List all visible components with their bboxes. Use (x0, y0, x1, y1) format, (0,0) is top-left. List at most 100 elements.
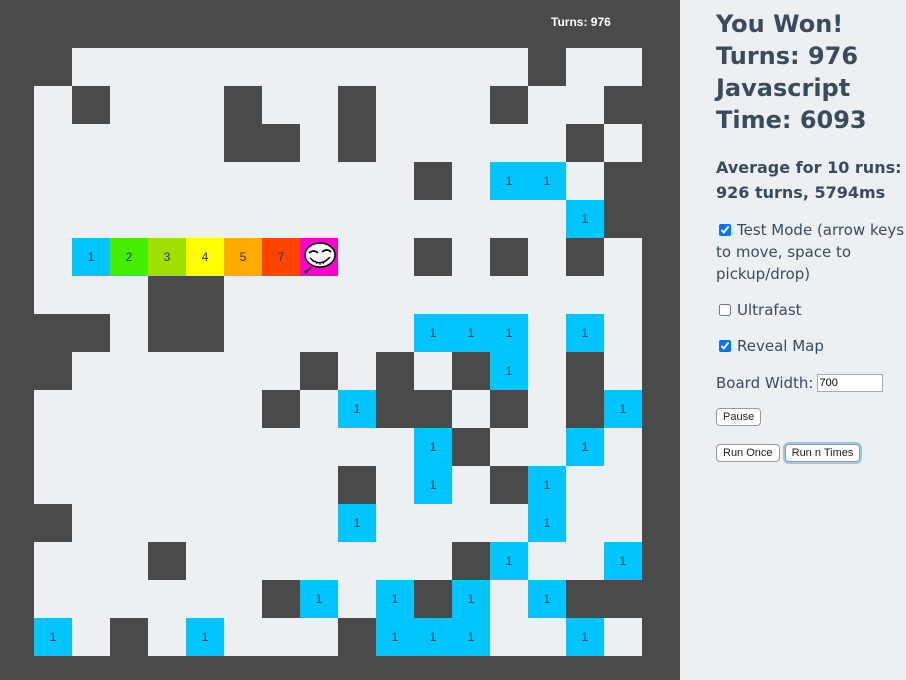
wall-cell (262, 580, 300, 618)
floor-cell (224, 504, 262, 542)
board-width-input[interactable] (816, 374, 883, 392)
floor-cell (300, 314, 338, 352)
wall-cell (186, 314, 224, 352)
wall-cell (34, 48, 72, 86)
ultrafast-label: Ultrafast (737, 301, 802, 319)
floor-cell (338, 48, 376, 86)
floor-cell (528, 352, 566, 390)
floor-cell (72, 618, 110, 656)
floor-cell (186, 542, 224, 580)
floor-cell (604, 48, 642, 86)
floor-cell (262, 200, 300, 238)
game-board[interactable]: 1111111111111111111111111111123457 (0, 0, 680, 680)
wall-cell (490, 86, 528, 124)
floor-cell (566, 504, 604, 542)
floor-cell (376, 86, 414, 124)
floor-cell (566, 162, 604, 200)
wall-cell (566, 390, 604, 428)
reveal-map-option[interactable]: Reveal Map (716, 335, 906, 357)
floor-cell (604, 428, 642, 466)
floor-cell (338, 542, 376, 580)
floor-cell (528, 390, 566, 428)
floor-cell (300, 162, 338, 200)
floor-cell (224, 542, 262, 580)
floor-cell (148, 48, 186, 86)
floor-cell (186, 580, 224, 618)
floor-cell (34, 200, 72, 238)
gold-cell: 1 (566, 200, 604, 238)
floor-cell (338, 314, 376, 352)
floor-cell (338, 428, 376, 466)
floor-cell (376, 162, 414, 200)
floor-cell (414, 86, 452, 124)
floor-cell (72, 162, 110, 200)
floor-cell (300, 200, 338, 238)
floor-cell (186, 466, 224, 504)
pause-button[interactable]: Pause (716, 408, 762, 426)
floor-cell (604, 314, 642, 352)
path-cell: 2 (110, 238, 148, 276)
floor-cell (148, 580, 186, 618)
wall-cell (376, 390, 414, 428)
floor-cell (148, 504, 186, 542)
floor-cell (34, 542, 72, 580)
floor-cell (452, 238, 490, 276)
floor-cell (148, 618, 186, 656)
wall-cell (338, 86, 376, 124)
floor-cell (414, 352, 452, 390)
gold-cell: 1 (490, 314, 528, 352)
run-n-times-button[interactable]: Run n Times (784, 444, 861, 462)
wall-cell (224, 124, 262, 162)
run-once-button[interactable]: Run Once (716, 444, 780, 462)
path-cell: 7 (262, 238, 300, 276)
wall-cell (338, 618, 376, 656)
gold-cell: 1 (604, 390, 642, 428)
floor-cell (300, 618, 338, 656)
floor-cell (186, 352, 224, 390)
floor-cell (528, 618, 566, 656)
wall-cell (148, 276, 186, 314)
floor-cell (262, 352, 300, 390)
wall-cell (110, 618, 148, 656)
gold-cell: 1 (452, 314, 490, 352)
wall-cell (262, 390, 300, 428)
ultrafast-checkbox[interactable] (719, 304, 731, 316)
reveal-map-checkbox[interactable] (719, 340, 731, 352)
floor-cell (452, 200, 490, 238)
floor-cell (528, 238, 566, 276)
floor-cell (452, 504, 490, 542)
floor-cell (414, 276, 452, 314)
floor-cell (110, 580, 148, 618)
wall-cell (566, 352, 604, 390)
wall-cell (604, 162, 642, 200)
test-mode-checkbox[interactable] (719, 224, 731, 236)
floor-cell (604, 238, 642, 276)
floor-cell (224, 428, 262, 466)
floor-cell (414, 124, 452, 162)
gold-cell: 1 (566, 428, 604, 466)
floor-cell (148, 124, 186, 162)
floor-cell (528, 200, 566, 238)
floor-cell (186, 162, 224, 200)
wall-cell (452, 428, 490, 466)
wall-cell (72, 86, 110, 124)
floor-cell (262, 162, 300, 200)
floor-cell (490, 48, 528, 86)
wall-cell (452, 542, 490, 580)
wall-cell (34, 352, 72, 390)
wall-cell (566, 238, 604, 276)
test-mode-option[interactable]: Test Mode (arrow keys to move, space to … (716, 219, 906, 285)
floor-cell (528, 428, 566, 466)
floor-cell (376, 238, 414, 276)
wall-cell (34, 314, 72, 352)
floor-cell (376, 466, 414, 504)
floor-cell (34, 162, 72, 200)
floor-cell (604, 466, 642, 504)
floor-cell (376, 200, 414, 238)
ultrafast-option[interactable]: Ultrafast (716, 299, 906, 321)
wall-cell (338, 466, 376, 504)
wall-cell (604, 580, 642, 618)
floor-cell (376, 542, 414, 580)
floor-cell (566, 542, 604, 580)
floor-cell (604, 276, 642, 314)
